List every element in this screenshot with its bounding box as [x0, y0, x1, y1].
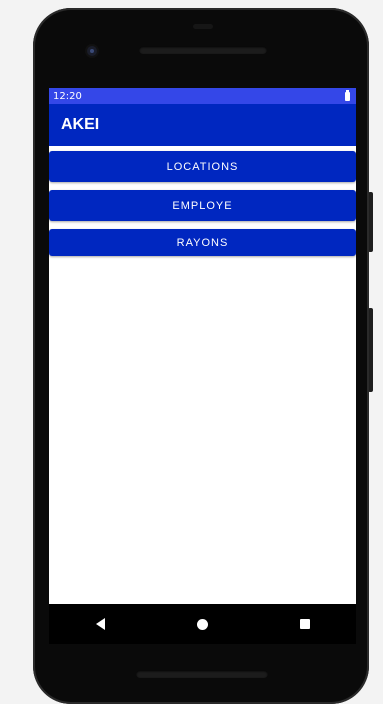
employe-button[interactable]: EMPLOYE	[49, 190, 356, 221]
battery-icon	[345, 89, 350, 101]
device-screen: 12:20 AKEI LOCATIONS EMPLOYE RAYONS	[49, 88, 356, 644]
recent-square-icon	[299, 619, 310, 629]
nav-back-button[interactable]	[80, 604, 120, 644]
locations-button[interactable]: LOCATIONS	[49, 151, 356, 182]
navigation-bar	[49, 604, 356, 644]
front-camera-icon	[87, 46, 97, 56]
status-time: 12:20	[53, 90, 82, 102]
nav-home-button[interactable]	[182, 604, 222, 644]
proximity-sensor	[193, 24, 213, 29]
rayons-button[interactable]: RAYONS	[49, 229, 356, 256]
back-triangle-icon	[95, 618, 105, 630]
app-bar: AKEI	[49, 104, 356, 146]
bottom-speaker	[136, 670, 268, 678]
status-bar: 12:20	[49, 88, 356, 104]
earpiece-speaker	[139, 46, 267, 54]
app-title: AKEI	[61, 116, 100, 133]
home-circle-icon	[196, 618, 208, 630]
nav-recent-button[interactable]	[285, 604, 325, 644]
button-list: LOCATIONS EMPLOYE RAYONS	[49, 146, 356, 256]
phone-frame: 12:20 AKEI LOCATIONS EMPLOYE RAYONS	[33, 8, 369, 704]
